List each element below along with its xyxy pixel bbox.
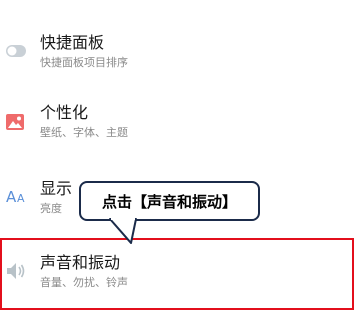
svg-text:A: A <box>17 192 25 204</box>
settings-item-title: 显示 <box>40 179 73 198</box>
highlight-box <box>0 238 354 310</box>
settings-item-quick-panel[interactable]: 快捷面板 快捷面板项目排序 <box>0 30 358 75</box>
toggle-icon <box>6 42 26 61</box>
font-aa-icon: A A <box>6 188 28 208</box>
callout-bubble: 点击【声音和振动】 <box>79 181 260 221</box>
callout-pointer <box>109 217 137 244</box>
settings-item-subtitle: 亮度 <box>40 202 62 215</box>
settings-item-subtitle: 快捷面板项目排序 <box>40 56 128 69</box>
settings-item-title: 快捷面板 <box>40 33 105 52</box>
settings-item-title: 个性化 <box>40 103 89 122</box>
callout-text: 点击【声音和振动】 <box>101 192 237 211</box>
settings-item-personalization[interactable]: 个性化 壁纸、字体、主题 <box>0 100 358 145</box>
svg-text:A: A <box>6 188 17 204</box>
settings-item-subtitle: 壁纸、字体、主题 <box>40 126 128 139</box>
picture-icon <box>6 114 24 134</box>
